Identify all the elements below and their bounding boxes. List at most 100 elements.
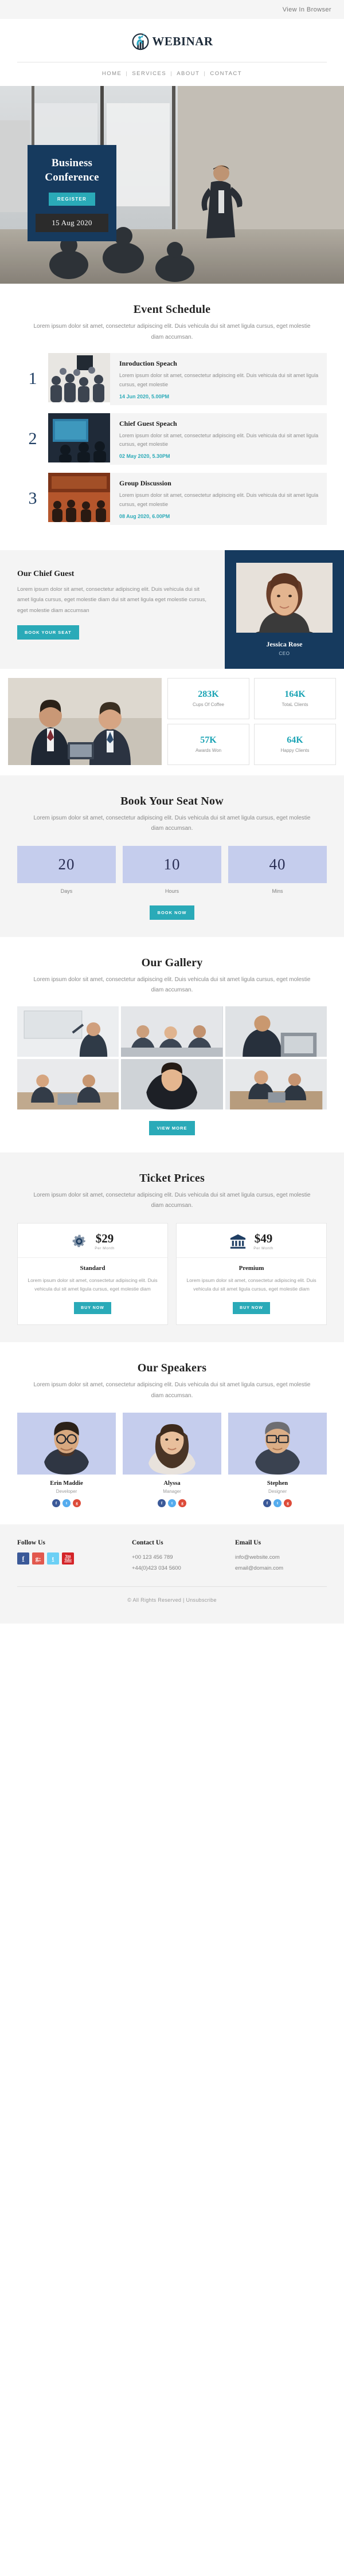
view-in-browser-link[interactable]: View In Browser (283, 6, 331, 13)
facebook-icon[interactable]: f (158, 1499, 166, 1508)
twitter-icon[interactable]: t (62, 1499, 71, 1508)
gallery-image[interactable] (121, 1006, 223, 1057)
gallery-image[interactable] (17, 1058, 119, 1109)
nav-item-contact[interactable]: CONTACT (210, 70, 242, 77)
speaker-photo (17, 1413, 116, 1475)
ticket-price-block: $49 Per Month (253, 1232, 273, 1250)
countdown-days-value: 20 (17, 845, 116, 883)
footer-follow-column: Follow Us f g + t You Tube (17, 1539, 132, 1574)
facebook-icon[interactable]: f (52, 1499, 60, 1508)
brand-logo[interactable]: WEBINAR (131, 32, 213, 51)
nav-separator: | (170, 70, 173, 77)
countdown-unit-hours: 10 Hours (123, 845, 221, 894)
speaker-card: Stephen Designer f t g (228, 1413, 327, 1508)
schedule-title: Event Schedule (133, 303, 211, 316)
buy-now-button-premium[interactable]: BUY NOW (233, 1302, 270, 1315)
youtube-icon[interactable]: You Tube (62, 1552, 74, 1565)
google-plus-icon[interactable]: g + (32, 1552, 44, 1565)
speaker-photo (228, 1413, 327, 1475)
buy-now-button-standard[interactable]: BUY NOW (74, 1302, 111, 1315)
facebook-icon[interactable]: f (263, 1499, 271, 1508)
speaker-socials: f t g (123, 1499, 221, 1508)
event-schedule-section: Event Schedule Lorem ipsum dolor sit ame… (0, 284, 344, 550)
book-your-seat-button[interactable]: BOOK YOUR SEAT (17, 625, 79, 640)
google-plus-icon[interactable]: g (178, 1499, 186, 1508)
speaker-role: Developer (56, 1489, 77, 1495)
preheader-bar: View In Browser (0, 0, 344, 19)
footer-copyright: © All Rights Reserved | Unsubscribe (17, 1587, 327, 1618)
speaker-card: Erin Maddie Developer f t g (17, 1413, 116, 1508)
countdown-button-wrap: BOOK NOW (17, 905, 327, 920)
view-more-button[interactable]: VIEW MORE (148, 1120, 196, 1135)
chief-guest-profile-panel: Jessica Rose CEO (225, 550, 344, 669)
chief-guest-role: CEO (279, 650, 290, 656)
stat-card: 164K TotaL Clients (254, 677, 336, 719)
contact-us-heading: Contact Us (132, 1539, 163, 1547)
schedule-item-body: Group Discussion Lorem ipsum dolor sit a… (110, 473, 327, 525)
twitter-icon[interactable]: t (47, 1552, 59, 1565)
google-plus-icon[interactable]: g (284, 1499, 292, 1508)
nav-separator: | (126, 70, 128, 77)
facebook-icon[interactable]: f (17, 1552, 29, 1565)
stat-value: 164K (284, 689, 306, 699)
schedule-item-body: Inroduction Speach Lorem ipsum dolor sit… (110, 353, 327, 405)
email-address-2[interactable]: email@domain.com (235, 1563, 327, 1574)
register-button[interactable]: REGISTER (48, 193, 96, 206)
phone-number-1[interactable]: +00 123 456 789 (132, 1552, 235, 1563)
schedule-item-text: Lorem ipsum dolor sit amet, consectetur … (119, 432, 319, 448)
schedule-item-datetime: 02 May 2020, 5.30PM (119, 453, 170, 459)
ticket-card-premium: $49 Per Month Premium Lorem ipsum dolor … (176, 1222, 327, 1326)
countdown-mins-label: Mins (272, 888, 283, 894)
countdown-days-label: Days (60, 888, 73, 894)
schedule-item[interactable]: 2 Chief Guest Speach Lorem ipsum dolor s… (17, 413, 327, 465)
gallery-image[interactable] (121, 1058, 223, 1109)
stat-card: 64K Happy Clients (254, 723, 336, 765)
stat-value: 283K (198, 689, 219, 699)
gallery-image[interactable] (17, 1006, 119, 1057)
chief-guest-photo (236, 562, 333, 633)
logo-bar: WEBINAR (0, 19, 344, 62)
nav-item-about[interactable]: ABOUT (177, 70, 200, 77)
ticket-period: Per Month (95, 1246, 115, 1250)
unsubscribe-link[interactable]: Unsubscribe (186, 1597, 216, 1603)
stat-value: 57K (200, 735, 217, 745)
ticket-description: Lorem ipsum dolor sit amet, consectetur … (28, 1277, 158, 1292)
nav-wrapper: HOME | SERVICES | ABOUT | CONTACT (0, 62, 344, 86)
footer: Follow Us f g + t You Tube Contact Us +00 … (0, 1524, 344, 1624)
countdown-section: Book Your Seat Now Lorem ipsum dolor sit… (0, 775, 344, 937)
stat-card: 283K Cups Of Coffee (167, 677, 249, 719)
countdown-timer: 20 Days 10 Hours 40 Mins (17, 845, 327, 894)
schedule-list: 1 Inroduction Speach Lorem ipsum dolor s… (17, 353, 327, 525)
gallery-image[interactable] (225, 1006, 327, 1057)
hero-content-card: Business Conference REGISTER 15 Aug 2020 (28, 145, 116, 242)
book-now-button[interactable]: BOOK NOW (149, 905, 195, 920)
speaker-name: Alyssa (163, 1480, 181, 1487)
schedule-item-heading: Inroduction Speach (119, 359, 177, 367)
stat-value: 64K (287, 735, 303, 745)
hero-title: Business Conference (36, 156, 108, 185)
speaker-name: Stephen (267, 1480, 288, 1487)
countdown-subtitle: Lorem ipsum dolor sit amet, consectetur … (33, 814, 311, 832)
schedule-item-thumbnail (48, 413, 110, 462)
webinar-person-chart-logo-icon (131, 32, 150, 51)
nav-item-home[interactable]: HOME (102, 70, 122, 77)
google-plus-icon[interactable]: g (73, 1499, 81, 1508)
speaker-role: Manager (163, 1489, 181, 1495)
email-address-1[interactable]: info@website.com (235, 1552, 327, 1563)
twitter-icon[interactable]: t (168, 1499, 176, 1508)
stat-label: TotaL Clients (282, 702, 308, 707)
stats-photo (8, 677, 162, 765)
schedule-item-body: Chief Guest Speach Lorem ipsum dolor sit… (110, 413, 327, 465)
nav-item-services[interactable]: SERVICES (132, 70, 166, 77)
phone-number-2[interactable]: +44(0)423 034 5600 (132, 1563, 235, 1574)
schedule-item-datetime: 08 Aug 2020, 6.00PM (119, 513, 170, 519)
countdown-hours-label: Hours (165, 888, 179, 894)
schedule-item[interactable]: 1 Inroduction Speach Lorem ipsum dolor s… (17, 353, 327, 405)
schedule-item[interactable]: 3 Group Discussion Lorem ipsum dolor sit… (17, 473, 327, 525)
gallery-image[interactable] (225, 1058, 327, 1109)
twitter-icon[interactable]: t (273, 1499, 282, 1508)
schedule-item-heading: Group Discussion (119, 479, 171, 487)
speaker-card: Alyssa Manager f t g (123, 1413, 221, 1508)
copyright-text: © All Rights Reserved | (127, 1597, 186, 1603)
schedule-item-number: 2 (28, 429, 37, 448)
